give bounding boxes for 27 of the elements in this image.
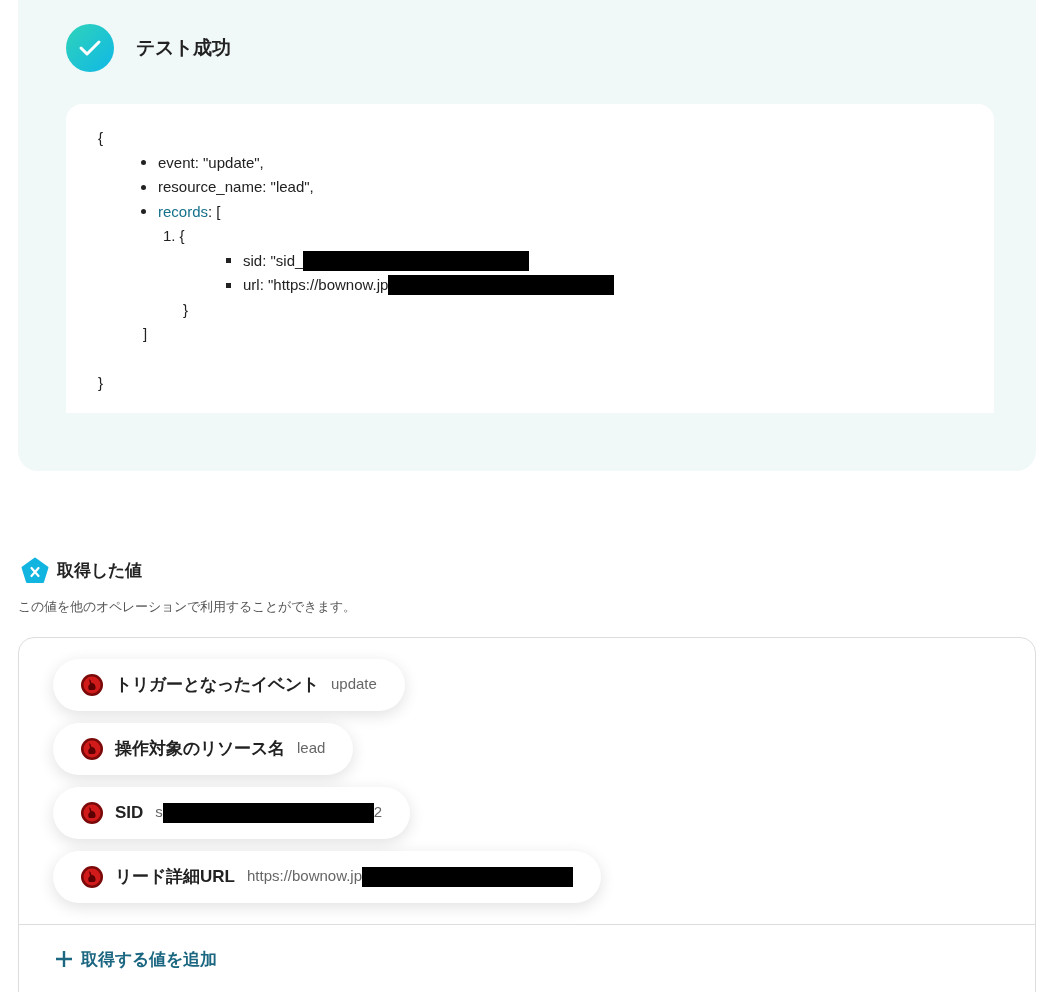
output-line: : [ [208,201,221,222]
value-chip[interactable]: SID s 2 [53,786,411,839]
brace-text: } [98,372,103,393]
output-line: resource_name: "lead", [158,177,314,197]
value-chip[interactable]: 操作対象のリソース名 lead [53,722,354,775]
bullet-icon [226,282,231,288]
brace-text: } [182,299,188,320]
plus-icon [55,950,73,969]
bullet-icon [141,160,146,166]
brace-text: { [98,128,103,148]
section-description: この値を他のオペレーションで利用することができます。 [18,598,357,616]
output-line: sid: "sid_ [243,250,304,271]
list-number: 1. [163,226,176,246]
bullet-icon [141,184,146,190]
output-line: event: "update", [158,152,264,173]
result-title: テスト成功 [136,35,231,60]
value-chip[interactable]: リード詳細URL https://bownow.jp [53,850,602,903]
bracket-text: ] [143,324,148,344]
bullet-icon [141,209,146,215]
check-icon [66,24,114,72]
section-title: 取得した値 [57,560,142,583]
value-chip[interactable]: トリガーとなったイベント update [53,658,405,711]
output-line: url: "https://bownow.jp [243,275,389,295]
brace-text: { [179,226,185,246]
pentagon-x-icon [21,557,49,585]
add-value-button[interactable]: 取得する値を追加 [55,946,217,972]
bullet-icon [226,258,231,264]
